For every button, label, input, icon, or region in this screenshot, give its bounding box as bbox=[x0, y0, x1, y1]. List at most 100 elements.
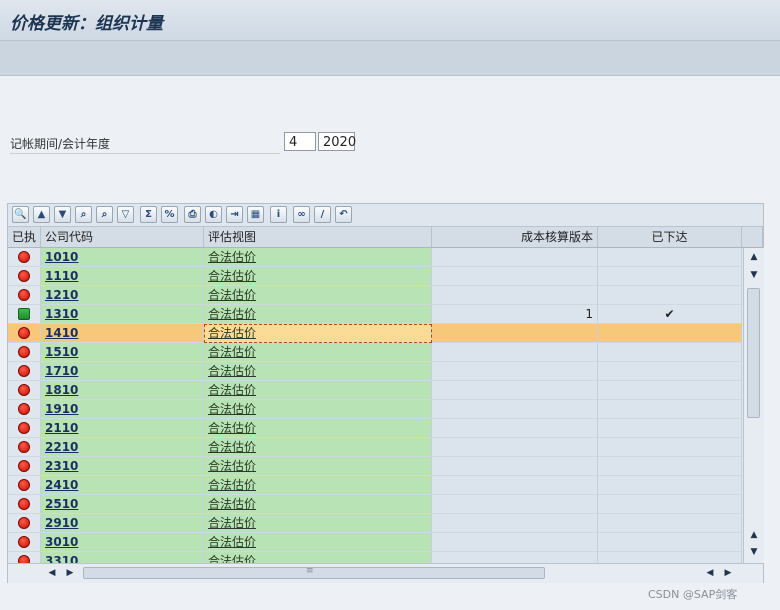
wand-icon[interactable]: / bbox=[314, 206, 331, 223]
costing-version-cell[interactable] bbox=[432, 324, 598, 343]
company-code-cell[interactable]: 1010 bbox=[41, 248, 204, 267]
company-code-cell[interactable]: 1910 bbox=[41, 400, 204, 419]
valuation-view-link[interactable]: 合法估价 bbox=[208, 383, 256, 397]
scroll-up-icon[interactable]: ▲ bbox=[746, 250, 762, 264]
company-code-link[interactable]: 2310 bbox=[45, 459, 78, 473]
released-cell[interactable] bbox=[598, 457, 742, 476]
released-cell[interactable] bbox=[598, 514, 742, 533]
table-row[interactable]: 2510 合法估价 bbox=[8, 495, 742, 514]
released-cell[interactable] bbox=[598, 286, 742, 305]
print-icon[interactable]: ⎙ bbox=[184, 206, 201, 223]
company-code-cell[interactable]: 1510 bbox=[41, 343, 204, 362]
table-row[interactable]: 2110 合法估价 bbox=[8, 419, 742, 438]
status-cell[interactable] bbox=[8, 305, 41, 324]
released-cell[interactable] bbox=[598, 533, 742, 552]
company-code-cell[interactable]: 1810 bbox=[41, 381, 204, 400]
company-code-cell[interactable]: 3010 bbox=[41, 533, 204, 552]
costing-version-cell[interactable] bbox=[432, 514, 598, 533]
company-code-link[interactable]: 1710 bbox=[45, 364, 78, 378]
status-cell[interactable] bbox=[8, 476, 41, 495]
status-cell[interactable] bbox=[8, 419, 41, 438]
column-header-costing-version[interactable]: 成本核算版本 bbox=[432, 227, 598, 248]
valuation-view-cell[interactable]: 合法估价 bbox=[204, 419, 432, 438]
horizontal-scroll-thumb[interactable]: ≡ bbox=[83, 566, 545, 579]
company-code-cell[interactable]: 2110 bbox=[41, 419, 204, 438]
status-cell[interactable] bbox=[8, 438, 41, 457]
status-cell[interactable] bbox=[8, 495, 41, 514]
company-code-link[interactable]: 2110 bbox=[45, 421, 78, 435]
posting-period-input[interactable]: 4 bbox=[284, 132, 316, 151]
page-down-icon[interactable]: ▼ bbox=[746, 268, 762, 282]
costing-version-cell[interactable] bbox=[432, 267, 598, 286]
table-row[interactable]: 1110 合法估价 bbox=[8, 267, 742, 286]
status-cell[interactable] bbox=[8, 533, 41, 552]
valuation-view-cell[interactable]: 合法估价 bbox=[204, 324, 432, 343]
company-code-cell[interactable]: 1210 bbox=[41, 286, 204, 305]
released-cell[interactable] bbox=[598, 362, 742, 381]
filter-icon[interactable]: ▽ bbox=[117, 206, 134, 223]
costing-version-cell[interactable] bbox=[432, 343, 598, 362]
costing-version-cell[interactable] bbox=[432, 381, 598, 400]
valuation-view-cell[interactable]: 合法估价 bbox=[204, 438, 432, 457]
costing-version-cell[interactable] bbox=[432, 400, 598, 419]
scroll-left-icon[interactable]: ◀ bbox=[44, 566, 60, 580]
column-header-status[interactable]: 已执 bbox=[8, 227, 41, 248]
table-row[interactable]: 1810 合法估价 bbox=[8, 381, 742, 400]
company-code-cell[interactable]: 2510 bbox=[41, 495, 204, 514]
released-cell[interactable] bbox=[598, 419, 742, 438]
valuation-view-link[interactable]: 合法估价 bbox=[208, 516, 256, 530]
company-code-cell[interactable]: 2910 bbox=[41, 514, 204, 533]
table-row[interactable]: 1910 合法估价 bbox=[8, 400, 742, 419]
company-code-link[interactable]: 1310 bbox=[45, 307, 78, 321]
valuation-view-link[interactable]: 合法估价 bbox=[208, 497, 256, 511]
company-code-link[interactable]: 1510 bbox=[45, 345, 78, 359]
glasses-icon[interactable]: ∞ bbox=[293, 206, 310, 223]
table-row[interactable]: 2410 合法估价 bbox=[8, 476, 742, 495]
valuation-view-link[interactable]: 合法估价 bbox=[208, 421, 256, 435]
costing-version-cell[interactable] bbox=[432, 533, 598, 552]
layout-icon[interactable]: ▦ bbox=[247, 206, 264, 223]
export-icon[interactable]: ⇥ bbox=[226, 206, 243, 223]
table-row[interactable]: 1710 合法估价 bbox=[8, 362, 742, 381]
company-code-link[interactable]: 1410 bbox=[45, 326, 78, 340]
company-code-link[interactable]: 1010 bbox=[45, 250, 78, 264]
company-code-link[interactable]: 2210 bbox=[45, 440, 78, 454]
status-cell[interactable] bbox=[8, 343, 41, 362]
subtotal-icon[interactable]: % bbox=[161, 206, 178, 223]
sort-ascending-icon[interactable]: ▲ bbox=[33, 206, 50, 223]
valuation-view-cell[interactable]: 合法估价 bbox=[204, 286, 432, 305]
table-row[interactable]: 1010 合法估价 bbox=[8, 248, 742, 267]
costing-version-cell[interactable] bbox=[432, 419, 598, 438]
table-row[interactable]: 1310 合法估价 1 ✔ bbox=[8, 305, 742, 324]
released-cell[interactable] bbox=[598, 267, 742, 286]
valuation-view-cell[interactable]: 合法估价 bbox=[204, 514, 432, 533]
info-icon[interactable]: i bbox=[270, 206, 287, 223]
status-cell[interactable] bbox=[8, 286, 41, 305]
status-cell[interactable] bbox=[8, 381, 41, 400]
details-icon[interactable]: 🔍 bbox=[12, 206, 29, 223]
table-row[interactable]: 3010 合法估价 bbox=[8, 533, 742, 552]
costing-version-cell[interactable] bbox=[432, 248, 598, 267]
costing-version-cell[interactable]: 1 bbox=[432, 305, 598, 324]
released-cell[interactable] bbox=[598, 324, 742, 343]
status-cell[interactable] bbox=[8, 400, 41, 419]
valuation-view-link[interactable]: 合法估价 bbox=[208, 345, 256, 359]
costing-version-cell[interactable] bbox=[432, 495, 598, 514]
valuation-view-link[interactable]: 合法估价 bbox=[208, 535, 256, 549]
valuation-view-link[interactable]: 合法估价 bbox=[208, 288, 256, 302]
costing-version-cell[interactable] bbox=[432, 362, 598, 381]
company-code-link[interactable]: 1810 bbox=[45, 383, 78, 397]
column-header-valuation-view[interactable]: 评估视图 bbox=[204, 227, 432, 248]
company-code-link[interactable]: 1910 bbox=[45, 402, 78, 416]
valuation-view-link[interactable]: 合法估价 bbox=[208, 402, 256, 416]
company-code-link[interactable]: 2410 bbox=[45, 478, 78, 492]
valuation-view-cell[interactable]: 合法估价 bbox=[204, 476, 432, 495]
valuation-view-link[interactable]: 合法估价 bbox=[208, 440, 256, 454]
company-code-cell[interactable]: 2410 bbox=[41, 476, 204, 495]
scroll-left-end-icon[interactable]: ◀ bbox=[702, 566, 718, 580]
company-code-cell[interactable]: 2310 bbox=[41, 457, 204, 476]
released-cell[interactable] bbox=[598, 343, 742, 362]
valuation-view-cell[interactable]: 合法估价 bbox=[204, 362, 432, 381]
valuation-view-cell[interactable]: 合法估价 bbox=[204, 495, 432, 514]
costing-version-cell[interactable] bbox=[432, 286, 598, 305]
